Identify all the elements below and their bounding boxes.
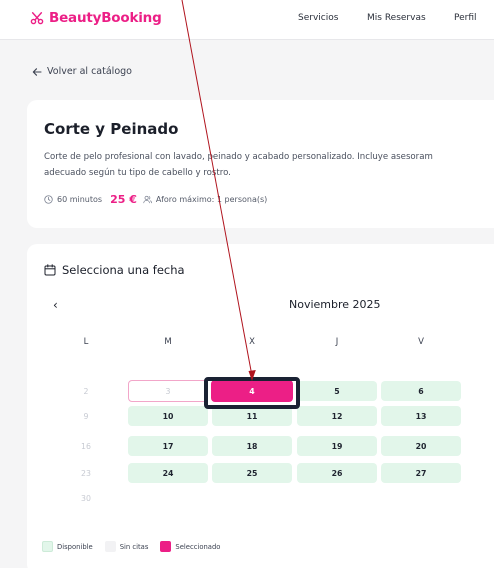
arrow-left-icon [32, 67, 42, 76]
day-cell[interactable]: 10 [128, 406, 208, 426]
day-cell[interactable]: 25 [212, 463, 292, 483]
month-label: Noviembre 2025 [289, 298, 381, 311]
service-capacity: Aforo máximo: 1 persona(s) [155, 195, 268, 204]
day-cell: 9 [83, 411, 89, 421]
day-cell[interactable]: 19 [297, 436, 377, 456]
day-cell[interactable]: 26 [297, 463, 377, 483]
calendar-card: Selecciona una fecha ‹ Noviembre 2025 L M… [27, 244, 494, 568]
weekday-header: X [249, 337, 255, 347]
service-card: Corte y Peinado Corte de pelo profesiona… [27, 100, 494, 228]
service-title: Corte y Peinado [44, 120, 179, 138]
day-cell[interactable]: 24 [128, 463, 208, 483]
day-cell[interactable]: 18 [212, 436, 292, 456]
weekday-header: V [418, 337, 424, 347]
day-cell[interactable]: 13 [381, 406, 461, 426]
service-meta: 60 minutos 25 € Aforo máximo: 1 persona(… [44, 193, 267, 206]
back-link-label: Volver al catálogo [47, 66, 132, 77]
brand-name: BeautyBooking [49, 10, 162, 26]
legend-selected-swatch [160, 541, 172, 552]
day-cell[interactable]: 17 [128, 436, 208, 456]
nav-servicios[interactable]: Servicios [298, 13, 338, 23]
legend-no-slots-label: Sin citas [119, 542, 149, 551]
day-cell[interactable]: 5 [297, 381, 377, 401]
users-icon [143, 195, 152, 204]
calendar-legend: Disponible Sin citas Seleccionado [42, 541, 232, 552]
day-cell[interactable]: 27 [381, 463, 461, 483]
weekday-header: L [83, 337, 89, 347]
weekday-header: J [335, 337, 339, 347]
nav-perfil[interactable]: Perfil [454, 13, 477, 23]
calendar-heading-label: Selecciona una fecha [62, 263, 185, 277]
day-cell: 16 [81, 441, 91, 451]
legend-no-slots-swatch [104, 541, 116, 552]
back-to-catalog-link[interactable]: Volver al catálogo [32, 66, 132, 77]
calendar-icon [44, 264, 56, 276]
day-cell: 3 [128, 380, 208, 402]
service-description: Corte de pelo profesional con lavado, pe… [44, 149, 484, 181]
nav-mis-reservas[interactable]: Mis Reservas [367, 13, 426, 23]
weekday-header: M [164, 337, 172, 347]
clock-icon [44, 195, 53, 204]
day-cell[interactable]: 20 [381, 436, 461, 456]
service-duration: 60 minutos [57, 195, 103, 204]
brand-logo[interactable]: BeautyBooking [30, 10, 162, 26]
selection-highlight-box [204, 377, 300, 409]
day-cell: 2 [83, 386, 89, 396]
prev-month-button[interactable]: ‹ [53, 298, 58, 312]
day-cell: 30 [81, 493, 91, 503]
scissors-icon [30, 12, 44, 25]
service-description-line: Corte de pelo profesional con lavado, pe… [44, 152, 433, 162]
legend-available-label: Disponible [57, 542, 93, 551]
legend-selected-label: Seleccionado [175, 542, 221, 551]
calendar-heading: Selecciona una fecha [44, 263, 185, 277]
day-cell[interactable]: 11 [212, 406, 292, 426]
top-navbar: BeautyBooking Servicios Mis Reservas Per… [0, 0, 494, 40]
service-description-line: adecuado según tu tipo de cabello y rost… [44, 168, 231, 178]
day-cell: 23 [81, 468, 91, 478]
day-cell[interactable]: 6 [381, 381, 461, 401]
day-cell[interactable]: 12 [297, 406, 377, 426]
legend-available-swatch [42, 541, 53, 552]
service-price: 25 € [110, 193, 137, 206]
